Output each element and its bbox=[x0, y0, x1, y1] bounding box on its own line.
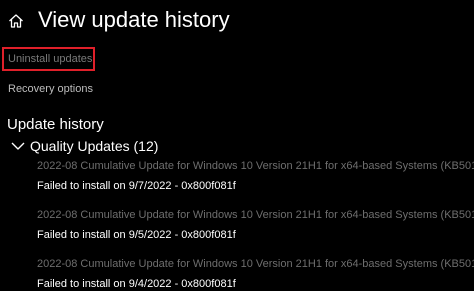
update-history-item: 2022-08 Cumulative Update for Windows 10… bbox=[37, 159, 474, 193]
update-status: Failed to install on 9/4/2022 - 0x800f08… bbox=[37, 278, 236, 290]
recovery-options-link[interactable]: Recovery options bbox=[8, 82, 93, 96]
quality-updates-label: Quality Updates (12) bbox=[30, 138, 159, 154]
chevron-down-icon bbox=[11, 142, 25, 150]
update-status: Failed to install on 9/5/2022 - 0x800f08… bbox=[37, 229, 236, 241]
update-history-heading: Update history bbox=[7, 116, 104, 133]
update-history-item: 2022-08 Cumulative Update for Windows 10… bbox=[37, 208, 474, 242]
update-history-item: 2022-08 Cumulative Update for Windows 10… bbox=[37, 257, 474, 291]
page-title: View update history bbox=[38, 7, 230, 32]
update-name[interactable]: 2022-08 Cumulative Update for Windows 10… bbox=[37, 208, 474, 222]
update-name[interactable]: 2022-08 Cumulative Update for Windows 10… bbox=[37, 257, 474, 271]
update-name[interactable]: 2022-08 Cumulative Update for Windows 10… bbox=[37, 159, 474, 173]
home-icon[interactable] bbox=[8, 13, 24, 29]
update-status: Failed to install on 9/7/2022 - 0x800f08… bbox=[37, 180, 236, 192]
uninstall-updates-link[interactable]: Uninstall updates bbox=[2, 47, 95, 71]
quality-updates-group-toggle[interactable]: Quality Updates (12) bbox=[10, 136, 158, 156]
